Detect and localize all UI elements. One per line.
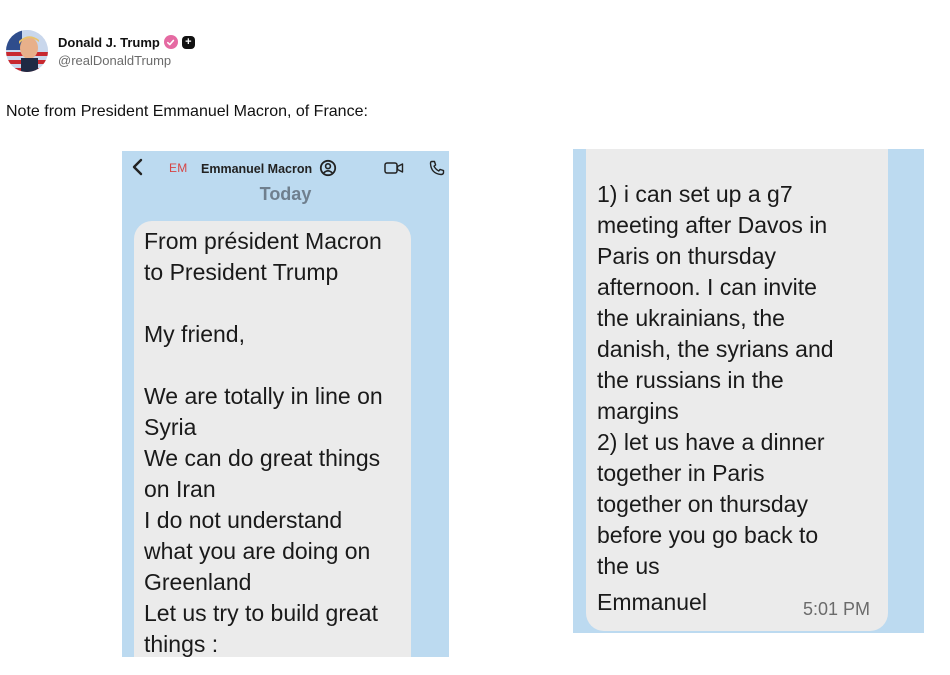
chat-nav-bar: EM Emmanuel Macron bbox=[122, 151, 449, 183]
message-text: 1) i can set up a g7 meeting after Davos… bbox=[597, 181, 834, 579]
contact-card-icon bbox=[319, 159, 337, 177]
post-text: Note from President Emmanuel Macron, of … bbox=[6, 103, 368, 120]
date-label: Today bbox=[259, 184, 312, 204]
message-screenshot-right: 1) i can set up a g7 meeting after Davos… bbox=[573, 149, 924, 633]
plus-badge-icon: + bbox=[181, 35, 195, 49]
chevron-left-icon bbox=[132, 158, 143, 176]
phone-icon bbox=[429, 160, 445, 176]
contact-initials: EM bbox=[169, 161, 188, 175]
message-bubble: From président Macron to President Trump… bbox=[134, 221, 411, 657]
message-bubble: 1) i can set up a g7 meeting after Davos… bbox=[586, 149, 888, 631]
message-screenshot-left: EM Emmanuel Macron Today From président … bbox=[122, 151, 449, 657]
contact-name: Emmanuel Macron bbox=[201, 162, 313, 176]
author-block: Donald J. Trump + @realDonaldTrump bbox=[58, 35, 195, 68]
message-timestamp: 5:01 PM bbox=[803, 599, 871, 619]
author-line: Donald J. Trump + bbox=[58, 35, 195, 50]
avatar[interactable] bbox=[6, 30, 48, 72]
verified-badge-icon bbox=[163, 35, 178, 49]
author-name[interactable]: Donald J. Trump bbox=[58, 35, 160, 50]
message-signature: Emmanuel bbox=[597, 589, 707, 615]
video-camera-icon bbox=[384, 162, 404, 174]
author-handle[interactable]: @realDonaldTrump bbox=[58, 53, 195, 68]
post-header: Donald J. Trump + @realDonaldTrump bbox=[6, 30, 195, 72]
